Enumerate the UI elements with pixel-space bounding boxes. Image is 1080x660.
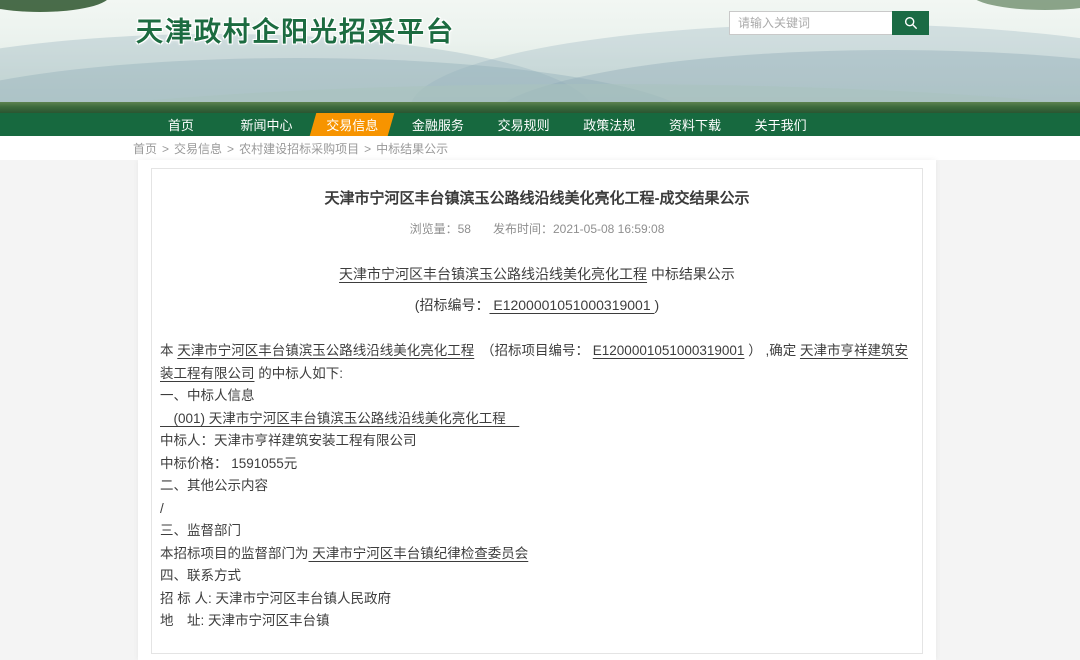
main-nav: 首页 新闻中心 交易信息 金融服务 交易规则 政策法规 资料下载 关于我们 xyxy=(0,113,1080,136)
article-line: (001) 天津市宁河区丰台镇滨玉公路线沿线美化亮化工程 xyxy=(160,408,914,431)
publish-label: 发布时间： xyxy=(493,222,553,236)
nav-item-label: 资料下载 xyxy=(669,115,721,134)
plain-text: 四、联系方式 xyxy=(160,568,241,583)
article-line: 二、其他公示内容 xyxy=(160,475,914,498)
plain-text: 中标价格： 1591055元 xyxy=(160,456,297,471)
article-line: 四、联系方式 xyxy=(160,565,914,588)
breadcrumb-item-rural-bidding[interactable]: 农村建设招标采购项目 xyxy=(239,142,359,156)
nav-item-home[interactable]: 首页 xyxy=(138,113,224,136)
bid-number-line: (招标编号： E1200001051000319001 ) xyxy=(160,294,914,316)
plain-text: 中标人：天津市亨祥建筑安装工程有限公司 xyxy=(160,433,417,448)
search-icon xyxy=(904,16,918,30)
foliage-decoration xyxy=(970,0,1080,10)
article-line: 三、监督部门 xyxy=(160,520,914,543)
breadcrumb-item-home[interactable]: 首页 xyxy=(133,142,157,156)
article-line: 中标价格： 1591055元 xyxy=(160,453,914,476)
breadcrumb-separator: > xyxy=(162,142,169,156)
nav-item-finance[interactable]: 金融服务 xyxy=(395,113,481,136)
underlined-text: E1200001051000319001 xyxy=(489,297,654,313)
underlined-text: 天津市宁河区丰台镇滨玉公路线沿线美化亮化工程 xyxy=(339,266,647,282)
article-line: 中标人：天津市亨祥建筑安装工程有限公司 xyxy=(160,430,914,453)
article-line: 地 址: 天津市宁河区丰台镇 xyxy=(160,610,914,633)
site-title: 天津政村企阳光招采平台 xyxy=(136,10,455,49)
views-label: 浏览量： xyxy=(410,222,458,236)
nav-item-label: 首页 xyxy=(168,115,194,134)
breadcrumb-separator: > xyxy=(364,142,371,156)
nav-item-label: 交易规则 xyxy=(498,115,550,134)
nav-item-label: 政策法规 xyxy=(583,115,635,134)
nav-item-label: 新闻中心 xyxy=(241,115,293,134)
content-panel: 天津市宁河区丰台镇滨玉公路线沿线美化亮化工程-成交结果公示 浏览量：58 发布时间… xyxy=(138,160,936,660)
nav-item-news[interactable]: 新闻中心 xyxy=(224,113,310,136)
plain-text: (招标编号： xyxy=(415,297,490,313)
site-header-banner: 天津政村企阳光招采平台 xyxy=(0,0,1080,113)
plain-text: 三、监督部门 xyxy=(160,523,241,538)
nav-item-policy[interactable]: 政策法规 xyxy=(566,113,652,136)
plain-text: ) xyxy=(655,297,660,313)
article-title: 天津市宁河区丰台镇滨玉公路线沿线美化亮化工程-成交结果公示 xyxy=(160,187,914,208)
article-line: 一、中标人信息 xyxy=(160,385,914,408)
nav-item-about[interactable]: 关于我们 xyxy=(738,113,824,136)
article-line: 本 天津市宁河区丰台镇滨玉公路线沿线美化亮化工程 （招标项目编号： E12000… xyxy=(160,340,914,385)
breadcrumb-item-result-notice[interactable]: 中标结果公示 xyxy=(376,142,448,156)
article-subtitle: 天津市宁河区丰台镇滨玉公路线沿线美化亮化工程 中标结果公示 xyxy=(160,263,914,285)
plain-text: ） ,确定 xyxy=(744,343,800,358)
plain-text: / xyxy=(160,501,164,516)
underlined-text: E1200001051000319001 xyxy=(593,343,745,358)
nav-item-trade-rules[interactable]: 交易规则 xyxy=(481,113,567,136)
plain-text: 本招标项目的监督部门为 xyxy=(160,546,309,561)
plain-text: 二、其他公示内容 xyxy=(160,478,268,493)
underlined-text: 天津市宁河区丰台镇滨玉公路线沿线美化亮化工程 xyxy=(177,343,474,358)
article-box: 天津市宁河区丰台镇滨玉公路线沿线美化亮化工程-成交结果公示 浏览量：58 发布时间… xyxy=(151,168,923,654)
nav-item-trade-info-active[interactable]: 交易信息 xyxy=(309,113,395,136)
plain-text: 招 标 人: 天津市宁河区丰台镇人民政府 xyxy=(160,591,391,606)
plain-text: 本 xyxy=(160,343,177,358)
nav-item-label: 金融服务 xyxy=(412,115,464,134)
breadcrumb-strip: 首页 > 交易信息 > 农村建设招标采购项目 > 中标结果公示 xyxy=(0,136,1080,160)
views-count: 58 xyxy=(458,222,471,236)
plain-text: 的中标人如下: xyxy=(255,366,344,381)
nav-item-downloads[interactable]: 资料下载 xyxy=(652,113,738,136)
nav-item-label: 交易信息 xyxy=(326,115,378,134)
article-line: / xyxy=(160,498,914,521)
breadcrumb-item-trade-info[interactable]: 交易信息 xyxy=(174,142,222,156)
article-meta: 浏览量：58 发布时间：2021-05-08 16:59:08 xyxy=(160,220,914,237)
article-line: 本招标项目的监督部门为 天津市宁河区丰台镇纪律检查委员会 xyxy=(160,543,914,566)
plain-text: 地 址: 天津市宁河区丰台镇 xyxy=(160,613,330,628)
article-body: 本 天津市宁河区丰台镇滨玉公路线沿线美化亮化工程 （招标项目编号： E12000… xyxy=(160,340,914,633)
publish-time: 2021-05-08 16:59:08 xyxy=(553,222,664,236)
breadcrumb: 首页 > 交易信息 > 农村建设招标采购项目 > 中标结果公示 xyxy=(0,140,448,157)
nav-item-label: 关于我们 xyxy=(755,115,807,134)
foliage-decoration xyxy=(0,0,110,12)
underlined-text: 天津市宁河区丰台镇纪律检查委员会 xyxy=(309,546,529,561)
search-input[interactable] xyxy=(729,11,892,35)
plain-text: 一、中标人信息 xyxy=(160,388,255,403)
underlined-text: (001) 天津市宁河区丰台镇滨玉公路线沿线美化亮化工程 xyxy=(160,411,519,426)
plain-text: 中标结果公示 xyxy=(647,266,735,282)
breadcrumb-separator: > xyxy=(227,142,234,156)
plain-text: （招标项目编号： xyxy=(474,343,593,358)
search-bar xyxy=(729,11,929,35)
tree-band-decoration xyxy=(0,102,1080,113)
page-background: 天津市宁河区丰台镇滨玉公路线沿线美化亮化工程-成交结果公示 浏览量：58 发布时间… xyxy=(0,160,1080,607)
search-button[interactable] xyxy=(892,11,929,35)
